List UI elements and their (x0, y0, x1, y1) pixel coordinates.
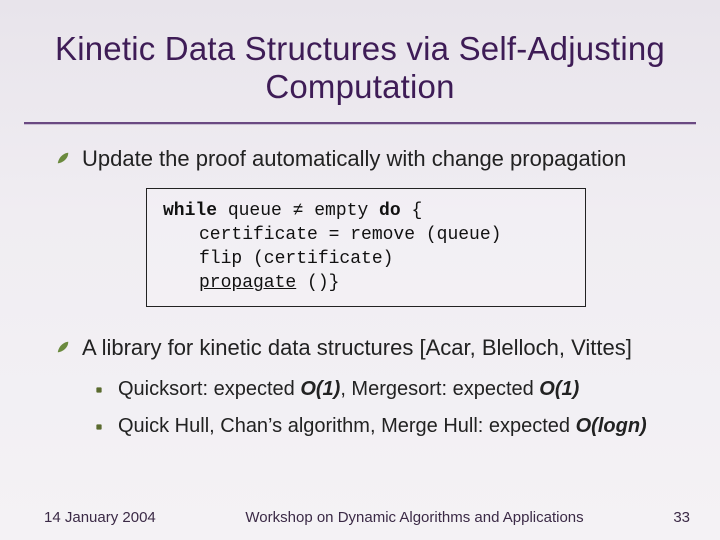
bullet-text: Update the proof automatically with chan… (82, 144, 626, 174)
code-underline: propagate (199, 273, 296, 293)
title-area: Kinetic Data Structures via Self-Adjusti… (0, 0, 720, 114)
leaf-icon (56, 340, 70, 354)
complexity: O(1) (300, 378, 340, 400)
bullet-row: Update the proof automatically with chan… (56, 144, 676, 174)
bud-icon (92, 420, 106, 434)
leaf-icon (56, 151, 70, 165)
text: Quicksort: expected (118, 378, 300, 400)
code-line: certificate = remove (queue) (163, 223, 569, 247)
slide-title: Kinetic Data Structures via Self-Adjusti… (30, 30, 690, 106)
code-line: propagate ()} (163, 271, 569, 295)
code-box: while queue ≠ empty do { certificate = r… (146, 188, 586, 307)
text: Quick Hull, Chan’s algorithm, Merge Hull… (118, 415, 576, 437)
footer-page: 33 (673, 509, 690, 526)
code-line: flip (certificate) (163, 247, 569, 271)
code-keyword: do (379, 201, 401, 221)
footer-venue: Workshop on Dynamic Algorithms and Appli… (156, 509, 674, 526)
text: , Mergesort: expected (340, 378, 539, 400)
bud-icon (92, 383, 106, 397)
bullet-text: A library for kinetic data structures [A… (82, 333, 632, 363)
sub-bullet-row: Quicksort: expected O(1), Mergesort: exp… (92, 376, 676, 403)
complexity: O(logn) (576, 415, 647, 437)
sub-bullet-text: Quicksort: expected O(1), Mergesort: exp… (118, 376, 579, 403)
sub-bullet-row: Quick Hull, Chan’s algorithm, Merge Hull… (92, 413, 676, 440)
code-text: queue ≠ empty (217, 201, 379, 221)
slide: Kinetic Data Structures via Self-Adjusti… (0, 0, 720, 540)
bullet-row: A library for kinetic data structures [A… (56, 333, 676, 363)
sub-bullet-text: Quick Hull, Chan’s algorithm, Merge Hull… (118, 413, 647, 440)
footer-date: 14 January 2004 (44, 509, 156, 526)
code-text: { (401, 201, 423, 221)
code-line: while queue ≠ empty do { (163, 199, 569, 223)
complexity: O(1) (539, 378, 579, 400)
code-text: ()} (296, 273, 339, 293)
footer: 14 January 2004 Workshop on Dynamic Algo… (0, 509, 720, 526)
content-area: Update the proof automatically with chan… (0, 124, 720, 441)
code-keyword: while (163, 201, 217, 221)
